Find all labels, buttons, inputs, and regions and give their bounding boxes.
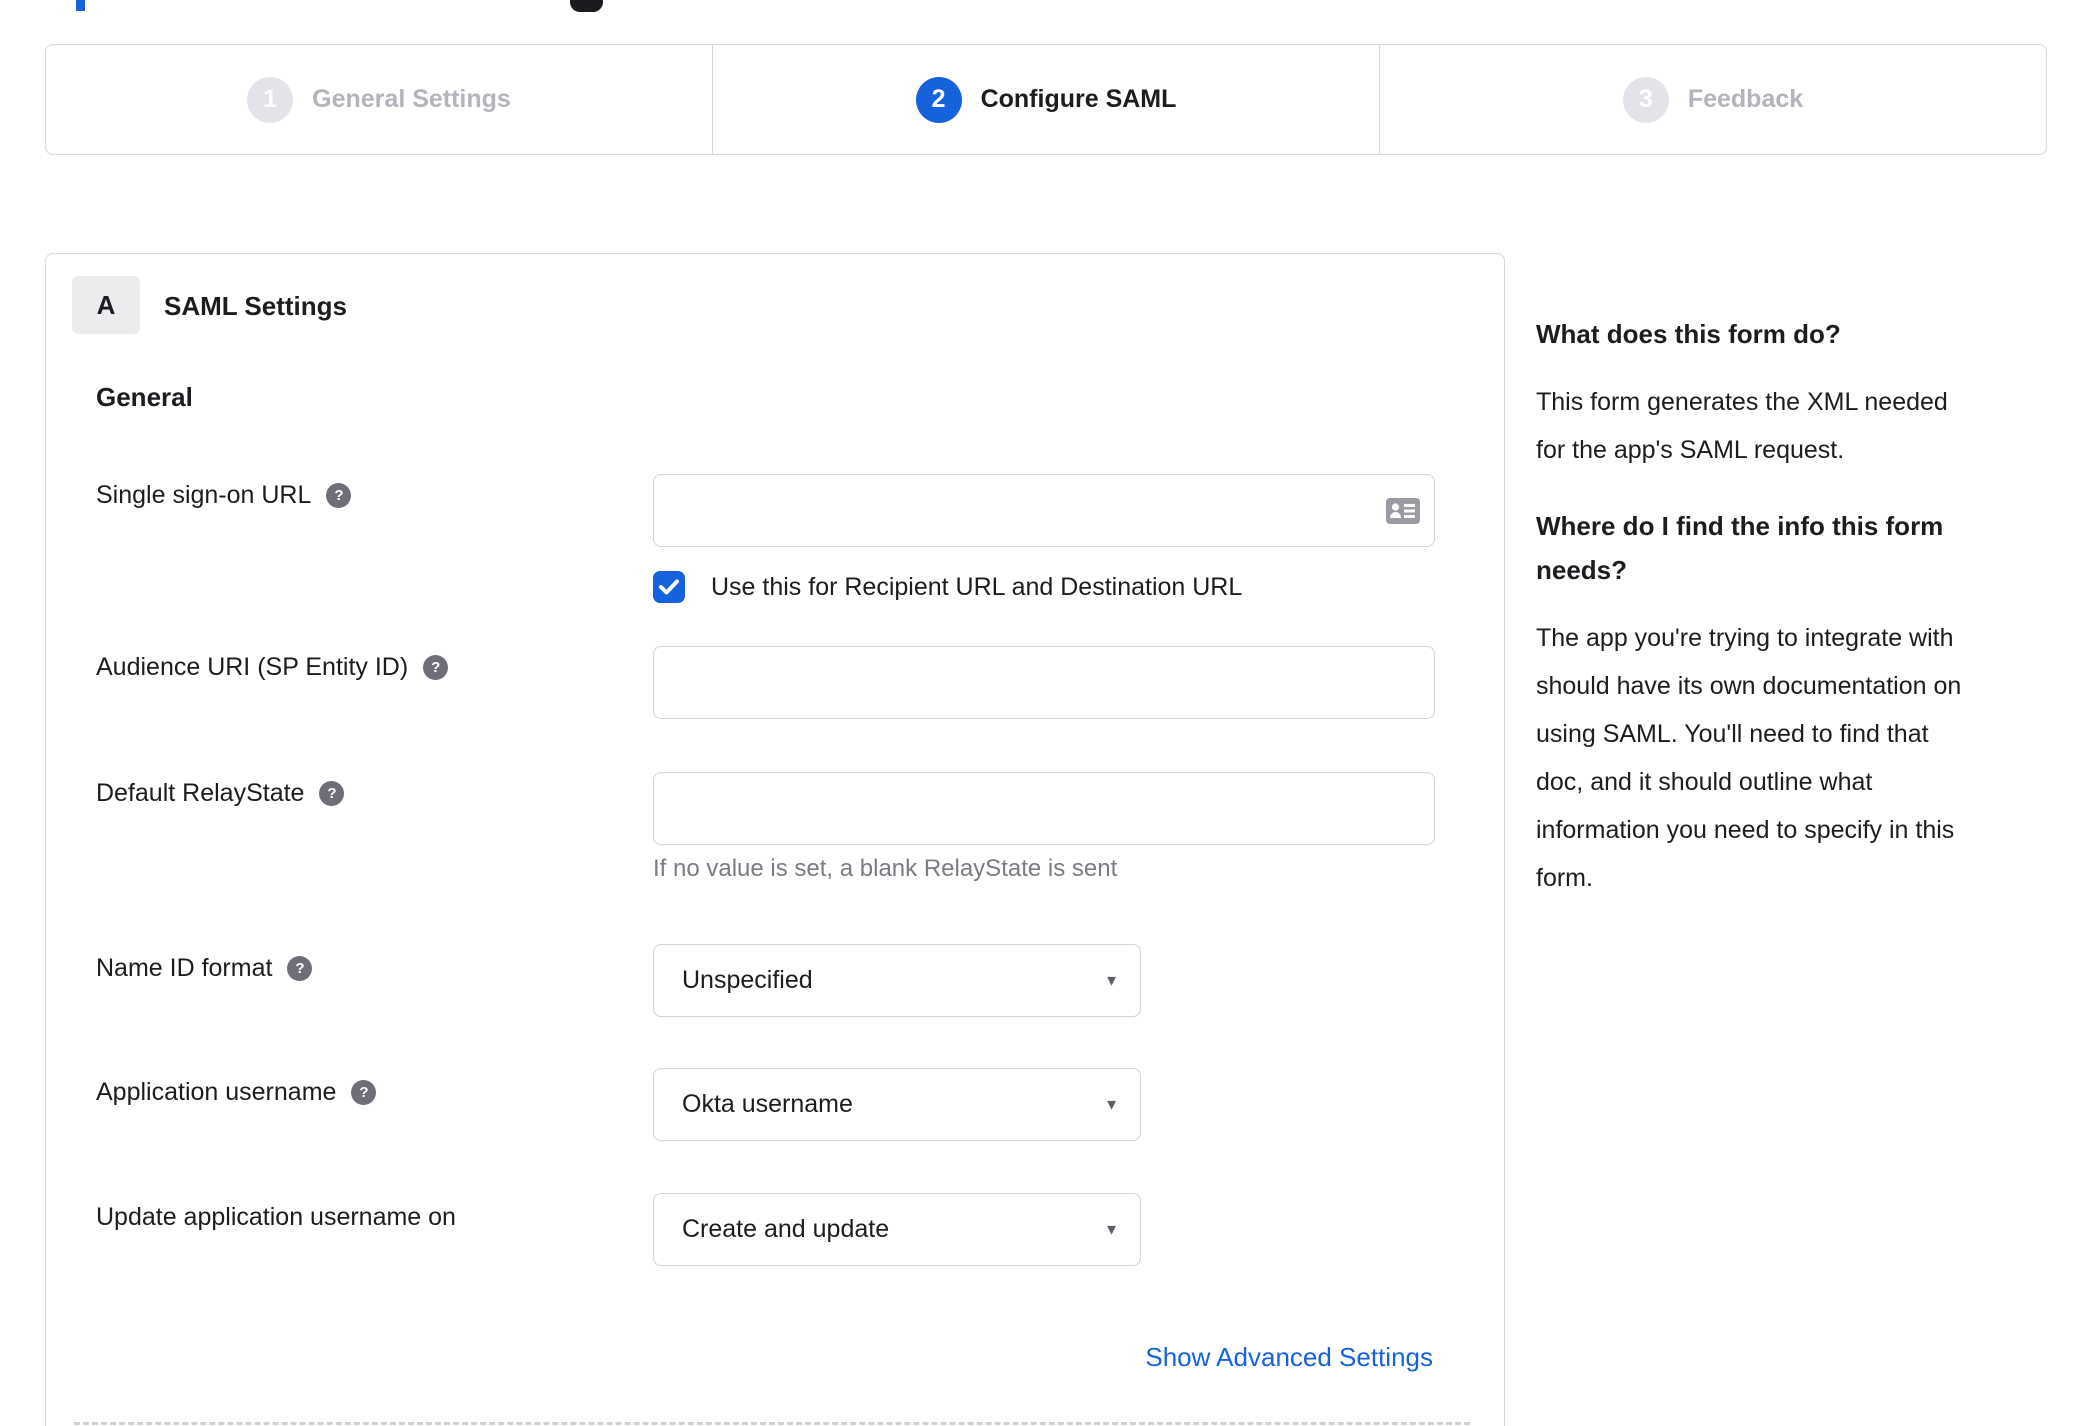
help-icon[interactable]: ? bbox=[326, 483, 352, 508]
step-configure-saml[interactable]: 2 Configure SAML bbox=[712, 45, 1380, 154]
sidebar-paragraph-line: should have its own documentation on bbox=[1536, 672, 1962, 700]
recipient-url-checkbox[interactable] bbox=[653, 571, 685, 603]
cutoff-header-dark-icon bbox=[570, 0, 603, 12]
sidebar-paragraph-line: This form generates the XML needed bbox=[1536, 388, 1948, 416]
sidebar-paragraph-line: The app you're trying to integrate with bbox=[1536, 624, 1954, 652]
step-general-settings[interactable]: 1 General Settings bbox=[46, 45, 712, 154]
name-id-format-label: Name ID format ? bbox=[96, 954, 313, 983]
section-dashed-divider bbox=[74, 1422, 1470, 1425]
application-username-select[interactable]: Okta username ▼ bbox=[653, 1068, 1141, 1141]
help-sidebar: What does this form do? This form genera… bbox=[1536, 312, 2060, 902]
sidebar-heading-what: What does this form do? bbox=[1536, 319, 1841, 349]
step-1-number-badge: 1 bbox=[247, 76, 294, 123]
audience-uri-label: Audience URI (SP Entity ID) ? bbox=[96, 653, 449, 682]
general-section-heading: General bbox=[96, 382, 193, 412]
single-sign-on-url-field-wrap bbox=[653, 474, 1435, 547]
help-icon[interactable]: ? bbox=[351, 1080, 377, 1105]
chevron-down-icon: ▼ bbox=[1104, 1221, 1119, 1238]
sidebar-heading-where-line2: needs? bbox=[1536, 555, 1628, 585]
audience-uri-label-text: Audience URI (SP Entity ID) bbox=[96, 653, 409, 681]
sidebar-heading-where-line1: Where do I find the info this form bbox=[1536, 511, 1944, 541]
application-username-label-text: Application username bbox=[96, 1078, 337, 1106]
help-icon[interactable]: ? bbox=[287, 956, 313, 981]
step-2-number-badge: 2 bbox=[915, 76, 962, 123]
single-sign-on-url-input[interactable] bbox=[653, 474, 1435, 547]
recipient-url-checkbox-row: Use this for Recipient URL and Destinati… bbox=[653, 571, 1242, 603]
single-sign-on-url-label-text: Single sign-on URL bbox=[96, 481, 312, 509]
show-advanced-settings-link[interactable]: Show Advanced Settings bbox=[1145, 1342, 1433, 1373]
name-id-format-value: Unspecified bbox=[682, 966, 813, 994]
step-3-number-badge: 3 bbox=[1622, 76, 1669, 123]
name-id-format-label-text: Name ID format bbox=[96, 954, 273, 982]
sidebar-paragraph-line: using SAML. You'll need to find that bbox=[1536, 720, 1929, 748]
sidebar-heading-where: Where do I find the info this form needs… bbox=[1536, 504, 2060, 592]
update-app-username-value: Create and update bbox=[682, 1215, 890, 1243]
cutoff-header-blue-fragment bbox=[76, 0, 85, 11]
configure-saml-page: 1 General Settings 2 Configure SAML 3 Fe… bbox=[0, 0, 2092, 1426]
name-id-format-select[interactable]: Unspecified ▼ bbox=[653, 944, 1141, 1017]
step-3-label: Feedback bbox=[1687, 85, 1804, 113]
section-a-badge: A bbox=[72, 276, 140, 334]
help-icon[interactable]: ? bbox=[423, 655, 449, 680]
panel-title: SAML Settings bbox=[164, 291, 347, 321]
update-app-username-label-text: Update application username on bbox=[96, 1203, 456, 1231]
checkmark-icon bbox=[659, 579, 679, 595]
chevron-down-icon: ▼ bbox=[1104, 972, 1119, 989]
relaystate-hint: If no value is set, a blank RelayState i… bbox=[653, 855, 1118, 882]
wizard-stepper: 1 General Settings 2 Configure SAML 3 Fe… bbox=[45, 44, 2047, 155]
default-relaystate-label-text: Default RelayState bbox=[96, 779, 305, 807]
update-app-username-select[interactable]: Create and update ▼ bbox=[653, 1193, 1141, 1266]
update-app-username-label: Update application username on bbox=[96, 1203, 456, 1232]
step-1-label: General Settings bbox=[312, 85, 511, 113]
default-relaystate-label: Default RelayState ? bbox=[96, 779, 345, 808]
recipient-url-checkbox-label: Use this for Recipient URL and Destinati… bbox=[711, 572, 1243, 601]
help-icon[interactable]: ? bbox=[319, 781, 345, 806]
chevron-down-icon: ▼ bbox=[1104, 1096, 1119, 1113]
application-username-value: Okta username bbox=[682, 1090, 853, 1118]
sidebar-paragraph-line: information you need to specify in this bbox=[1536, 816, 1955, 844]
contact-card-icon[interactable] bbox=[1386, 498, 1420, 524]
step-2-label: Configure SAML bbox=[980, 85, 1177, 113]
sidebar-paragraph-line: doc, and it should outline what bbox=[1536, 768, 1873, 796]
application-username-label: Application username ? bbox=[96, 1078, 377, 1107]
sidebar-paragraph-line: for the app's SAML request. bbox=[1536, 436, 1845, 464]
sidebar-paragraph-line: form. bbox=[1536, 864, 1593, 892]
saml-settings-panel: A SAML Settings General Single sign-on U… bbox=[45, 253, 1505, 1426]
single-sign-on-url-label: Single sign-on URL ? bbox=[96, 481, 352, 510]
audience-uri-input[interactable] bbox=[653, 646, 1435, 719]
default-relaystate-input[interactable] bbox=[653, 772, 1435, 845]
step-feedback[interactable]: 3 Feedback bbox=[1380, 45, 2046, 154]
